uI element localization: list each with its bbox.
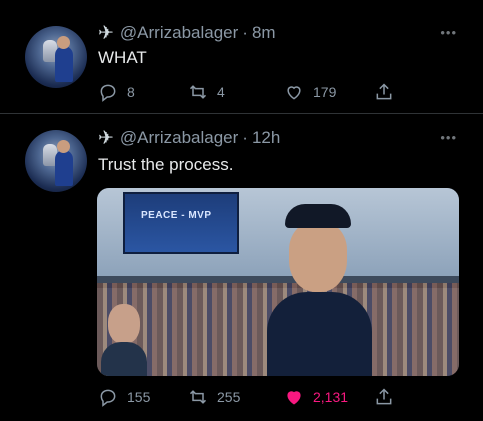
coach-figure [267,200,372,376]
airplane-icon: ✈ [98,22,114,44]
tweet-text: Trust the process. [98,155,234,174]
player-figure [55,46,73,82]
separator-dot: · [242,23,248,42]
stadium-screen: PEACE - MVP [123,192,239,254]
tweet-time[interactable]: 8m [252,23,276,43]
avatar[interactable] [25,26,87,88]
tweet-2[interactable]: ✈ @Arrizabalager · 12h ••• Trust the pro… [0,118,483,421]
retweet-count: 255 [217,389,241,405]
like-button[interactable]: 2,131 [284,387,348,407]
tweet-actions: 155 255 2,131 [98,387,398,407]
tweet-1[interactable]: ✈ @Arrizabalager · 8m ••• WHAT 8 4 179 [0,0,483,112]
retweet-count: 4 [217,84,225,100]
background-player-face [108,304,140,344]
background-player-body [101,342,147,376]
tweet-divider [0,113,483,114]
reply-button[interactable]: 155 [98,387,150,407]
retweet-icon [189,85,207,99]
airplane-icon: ✈ [98,127,114,149]
avatar[interactable] [25,130,87,192]
like-count: 2,131 [313,389,349,405]
tweet-handle[interactable]: @Arrizabalager [120,23,238,43]
reply-icon [100,389,116,407]
reply-icon [100,84,116,102]
share-button[interactable] [374,387,403,407]
reply-count: 155 [127,389,151,405]
more-icon[interactable]: ••• [440,130,457,145]
stadium-screen-text: PEACE - MVP [141,210,212,221]
tweet-handle[interactable]: @Arrizabalager [120,128,238,148]
share-icon [376,83,392,100]
like-button[interactable]: 179 [284,82,336,102]
player-figure [55,150,73,186]
like-icon [287,391,301,405]
retweet-icon [189,390,207,404]
tweet-time[interactable]: 12h [252,128,280,148]
tweet-actions: 8 4 179 [98,82,398,102]
tweet-media-image[interactable]: PEACE - MVP [97,188,459,376]
share-icon [376,388,392,405]
tweet-text: WHAT [98,48,147,67]
background-player [101,298,147,376]
like-icon [287,86,301,100]
reply-count: 8 [127,84,135,100]
separator-dot: · [242,128,248,147]
coach-jacket [267,292,372,376]
tweet-header: ✈ @Arrizabalager · 12h [98,127,280,149]
coach-cap [285,204,351,228]
coach-face [289,222,347,292]
like-count: 179 [313,84,337,100]
more-icon[interactable]: ••• [440,25,457,40]
retweet-button[interactable]: 4 [188,82,225,102]
player-head [57,36,70,49]
retweet-button[interactable]: 255 [188,387,240,407]
share-button[interactable] [374,82,403,102]
tweet-header: ✈ @Arrizabalager · 8m [98,22,276,44]
player-head [57,140,70,153]
reply-button[interactable]: 8 [98,82,135,102]
